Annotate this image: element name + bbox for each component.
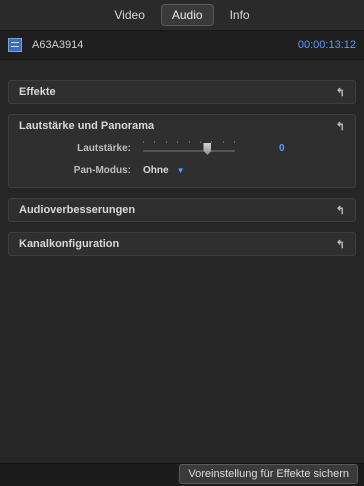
section-effects: Effekte ↰ <box>8 80 356 104</box>
section-audio-enhancements-header[interactable]: Audioverbesserungen ↰ <box>9 199 355 221</box>
slider-track <box>143 150 235 152</box>
section-volume-pan-title: Lautstärke und Panorama <box>19 120 155 132</box>
clip-header: A63A3914 00:00:13:12 <box>0 31 364 60</box>
section-effects-title: Effekte <box>19 86 56 98</box>
section-channel-configuration-header[interactable]: Kanalkonfiguration ↰ <box>9 233 355 255</box>
tab-video[interactable]: Video <box>104 5 154 25</box>
reset-icon[interactable]: ↰ <box>336 120 345 133</box>
chevron-down-icon: ▼ <box>176 165 185 175</box>
section-effects-header[interactable]: Effekte ↰ <box>9 81 355 103</box>
reset-icon[interactable]: ↰ <box>336 86 345 99</box>
slider-ticks <box>143 141 235 147</box>
section-volume-pan-header[interactable]: Lautstärke und Panorama ↰ <box>9 115 355 137</box>
save-effects-preset-button[interactable]: Voreinstellung für Effekte sichern <box>179 464 358 484</box>
clip-icon <box>8 38 22 52</box>
tab-info[interactable]: Info <box>220 5 260 25</box>
volume-slider[interactable] <box>143 141 235 155</box>
reset-icon[interactable]: ↰ <box>336 238 345 251</box>
section-volume-pan: Lautstärke und Panorama ↰ Lautstärke: 0 <box>8 114 356 188</box>
clip-name: A63A3914 <box>32 39 84 51</box>
clip-timecode: 00:00:13:12 <box>297 39 356 51</box>
slider-thumb[interactable] <box>203 143 212 155</box>
pan-mode-value: Ohne <box>143 164 169 176</box>
volume-label: Lautstärke: <box>77 142 131 154</box>
inspector-sections: Effekte ↰ Lautstärke und Panorama ↰ Laut… <box>0 60 364 256</box>
volume-value[interactable]: 0 <box>279 143 285 154</box>
footer-bar: Voreinstellung für Effekte sichern <box>0 463 364 486</box>
section-audio-enhancements-title: Audioverbesserungen <box>19 204 136 216</box>
section-volume-pan-body: Lautstärke: 0 Pan-Modus: Ohne ▼ <box>9 137 355 187</box>
pan-mode-select[interactable]: Ohne ▼ <box>143 165 184 176</box>
section-channel-configuration: Kanalkonfiguration ↰ <box>8 232 356 256</box>
tab-audio[interactable]: Audio <box>160 4 214 26</box>
pan-mode-row: Pan-Modus: Ohne ▼ <box>19 159 345 181</box>
volume-row: Lautstärke: 0 <box>19 137 345 159</box>
pan-mode-label: Pan-Modus: <box>73 164 131 176</box>
section-channel-configuration-title: Kanalkonfiguration <box>19 238 120 250</box>
inspector-tab-bar: Video Audio Info <box>0 0 364 31</box>
section-audio-enhancements: Audioverbesserungen ↰ <box>8 198 356 222</box>
reset-icon[interactable]: ↰ <box>336 204 345 217</box>
